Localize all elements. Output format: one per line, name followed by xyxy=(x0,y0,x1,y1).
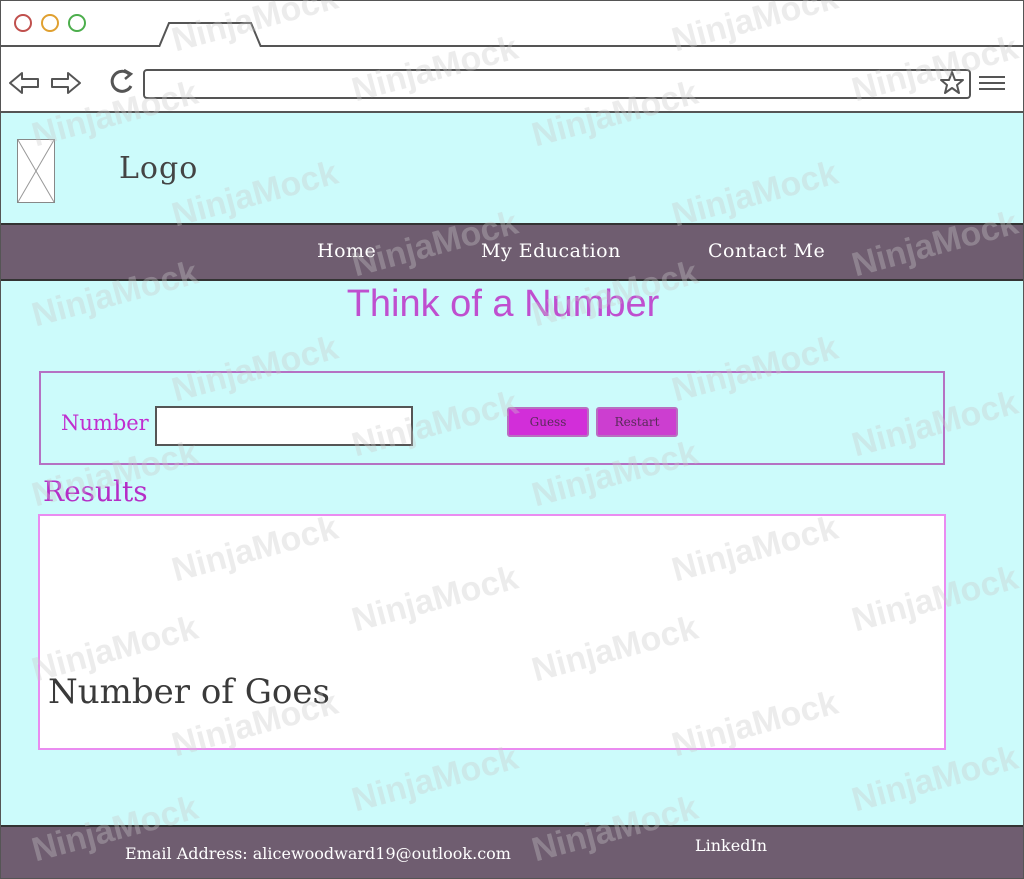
forward-arrow-icon[interactable] xyxy=(49,69,83,97)
browser-toolbar xyxy=(1,47,1023,113)
restart-button[interactable]: Restart xyxy=(596,407,678,437)
number-of-goes-label: Number of Goes xyxy=(48,672,330,712)
page-content: Logo Home My Education Contact Me Think … xyxy=(1,113,1023,878)
number-label: Number xyxy=(61,411,149,435)
star-icon[interactable] xyxy=(937,69,967,97)
hamburger-menu-icon[interactable] xyxy=(977,72,1007,94)
results-heading: Results xyxy=(43,475,148,508)
maximize-window-icon[interactable] xyxy=(68,14,86,32)
footer-email: Email Address: alicewoodward19@outlook.c… xyxy=(125,844,511,863)
page-footer: Email Address: alicewoodward19@outlook.c… xyxy=(1,825,1023,878)
nav-link-home[interactable]: Home xyxy=(317,240,376,262)
main-navbar: Home My Education Contact Me xyxy=(1,223,1023,281)
footer-linkedin-link[interactable]: LinkedIn xyxy=(695,836,767,855)
logo-text: Logo xyxy=(119,151,199,186)
address-bar[interactable] xyxy=(143,69,971,99)
minimize-window-icon[interactable] xyxy=(41,14,59,32)
browser-tab[interactable] xyxy=(159,21,263,47)
nav-link-my-education[interactable]: My Education xyxy=(481,240,621,262)
browser-window: Logo Home My Education Contact Me Think … xyxy=(0,0,1024,879)
number-input[interactable] xyxy=(155,406,413,446)
guess-button[interactable]: Guess xyxy=(507,407,589,437)
browser-tab-bar xyxy=(1,1,1023,47)
reload-icon[interactable] xyxy=(105,67,139,95)
results-panel: Number of Goes xyxy=(38,514,946,750)
logo-image-placeholder xyxy=(17,139,55,203)
back-arrow-icon[interactable] xyxy=(7,69,41,97)
page-title: Think of a Number xyxy=(346,283,660,325)
nav-link-contact-me[interactable]: Contact Me xyxy=(708,240,825,262)
close-window-icon[interactable] xyxy=(14,14,32,32)
guess-form-panel: Number Guess Restart xyxy=(39,371,945,465)
